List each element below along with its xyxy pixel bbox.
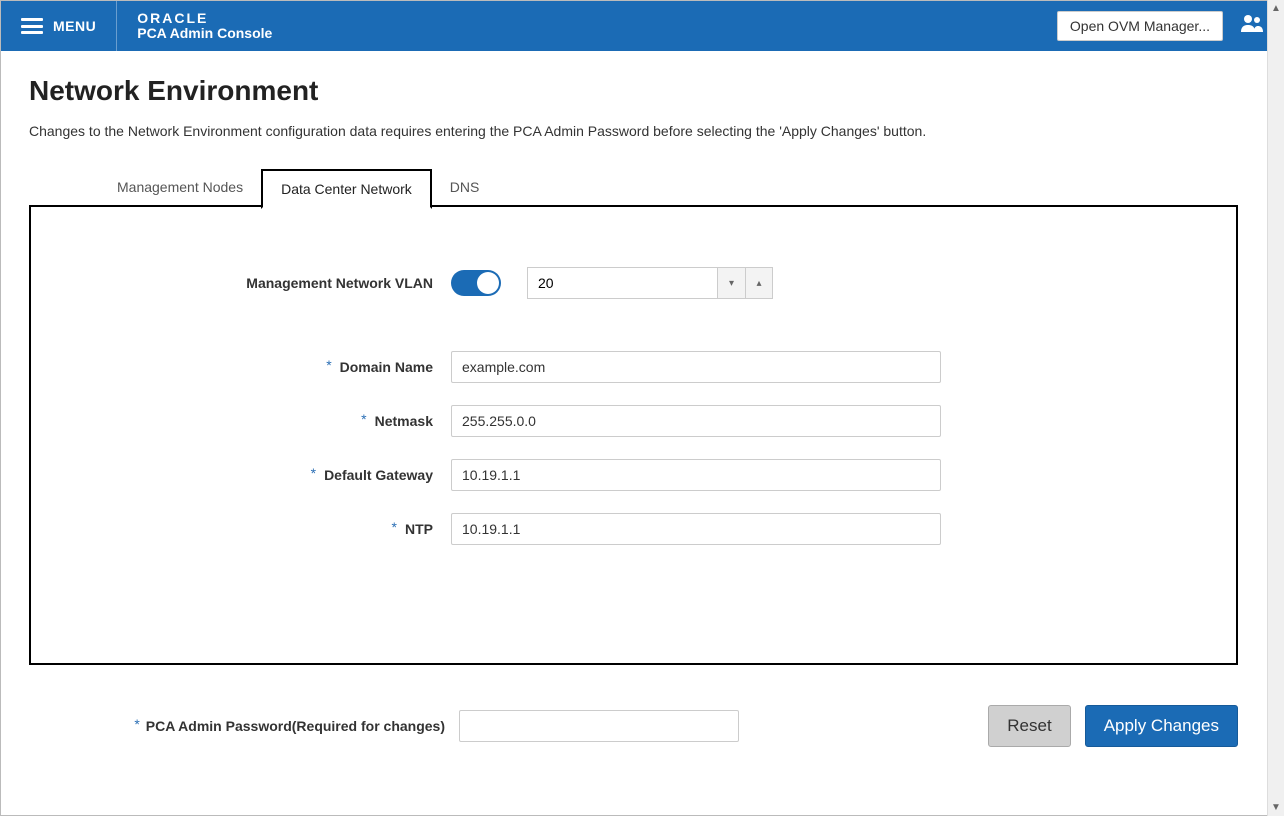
vlan-step-up[interactable]: ▴ xyxy=(745,267,773,299)
row-ntp: * NTP xyxy=(91,513,1176,545)
password-input[interactable] xyxy=(459,710,739,742)
page-content: Network Environment Changes to the Netwo… xyxy=(1,51,1266,771)
row-vlan: Management Network VLAN ▾ ▴ xyxy=(91,267,1176,299)
required-icon: * xyxy=(392,519,397,535)
toggle-knob-icon xyxy=(477,272,499,294)
footer-row: * PCA Admin Password(Required for change… xyxy=(29,705,1238,747)
open-ovm-manager-button[interactable]: Open OVM Manager... xyxy=(1057,11,1223,41)
vlan-toggle[interactable] xyxy=(451,270,501,296)
gateway-input[interactable] xyxy=(451,459,941,491)
top-bar: MENU ORACLE PCA Admin Console Open OVM M… xyxy=(1,1,1283,51)
menu-button[interactable]: MENU xyxy=(1,1,117,51)
ntp-input[interactable] xyxy=(451,513,941,545)
domain-label: Domain Name xyxy=(340,359,433,375)
required-icon: * xyxy=(361,411,366,427)
hamburger-icon xyxy=(21,18,43,34)
netmask-input[interactable] xyxy=(451,405,941,437)
tab-dns[interactable]: DNS xyxy=(432,169,498,209)
tabs-container: Management Nodes Data Center Network DNS… xyxy=(99,167,1238,665)
brand-top: ORACLE xyxy=(137,11,272,26)
required-icon: * xyxy=(311,465,316,481)
brand-sub: PCA Admin Console xyxy=(137,26,272,41)
menu-label: MENU xyxy=(53,18,96,34)
users-icon[interactable] xyxy=(1241,14,1263,38)
row-domain: * Domain Name xyxy=(91,351,1176,383)
gateway-label: Default Gateway xyxy=(324,467,433,483)
page-description: Changes to the Network Environment confi… xyxy=(29,123,1238,139)
domain-input[interactable] xyxy=(451,351,941,383)
row-gateway: * Default Gateway xyxy=(91,459,1176,491)
vlan-stepper: ▾ ▴ xyxy=(527,267,773,299)
vlan-label: Management Network VLAN xyxy=(246,275,433,291)
chevron-up-icon: ▴ xyxy=(756,278,761,289)
row-netmask: * Netmask xyxy=(91,405,1176,437)
netmask-label: Netmask xyxy=(375,413,433,429)
page-title: Network Environment xyxy=(29,75,1238,107)
vlan-step-down[interactable]: ▾ xyxy=(717,267,745,299)
tabs: Management Nodes Data Center Network DNS xyxy=(99,167,1238,207)
tab-panel: Management Network VLAN ▾ ▴ xyxy=(29,205,1238,665)
vlan-input[interactable] xyxy=(527,267,717,299)
required-icon: * xyxy=(134,716,139,732)
scroll-down-icon[interactable]: ▼ xyxy=(1268,799,1284,816)
ntp-label: NTP xyxy=(405,521,433,537)
chevron-down-icon: ▾ xyxy=(729,278,734,289)
tab-management-nodes[interactable]: Management Nodes xyxy=(99,169,261,209)
reset-button[interactable]: Reset xyxy=(988,705,1070,747)
brand: ORACLE PCA Admin Console xyxy=(117,11,272,42)
apply-changes-button[interactable]: Apply Changes xyxy=(1085,705,1238,747)
tab-data-center-network[interactable]: Data Center Network xyxy=(261,169,432,209)
scrollbar[interactable]: ▲ ▼ xyxy=(1267,0,1284,816)
password-label: PCA Admin Password(Required for changes) xyxy=(146,718,445,734)
required-icon: * xyxy=(326,357,331,373)
scroll-up-icon[interactable]: ▲ xyxy=(1268,0,1284,17)
